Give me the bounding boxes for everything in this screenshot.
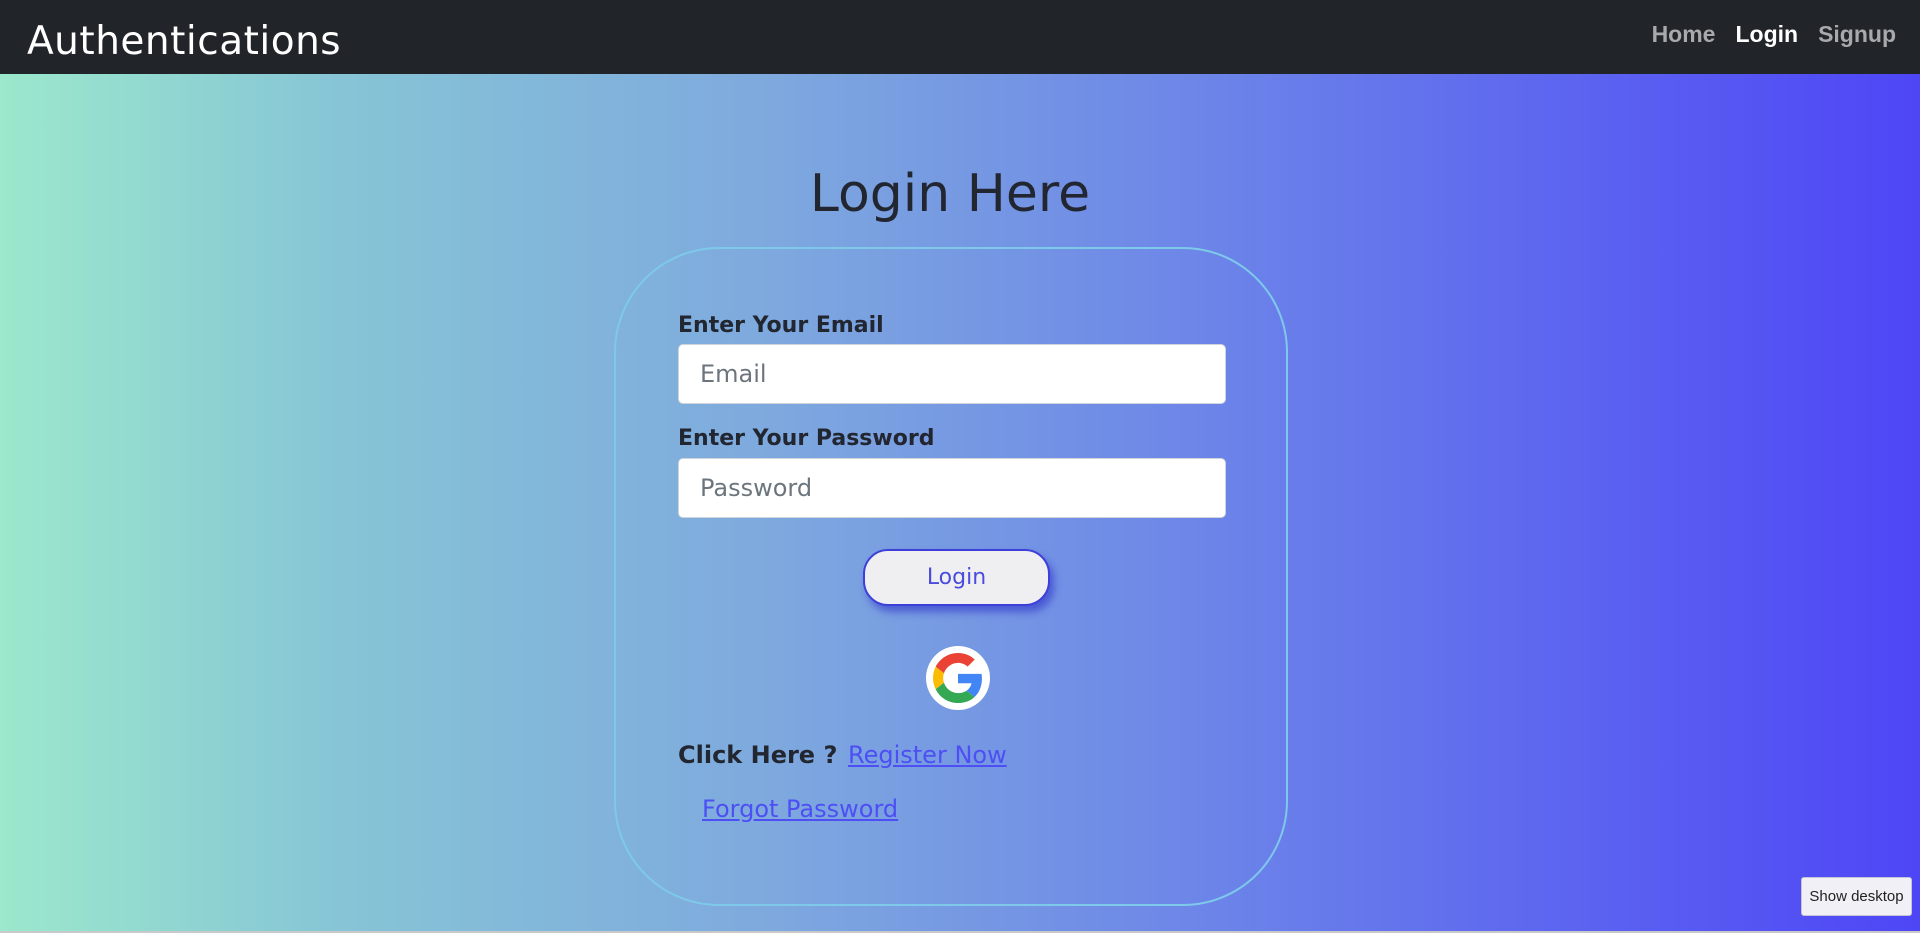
show-desktop-button[interactable]: Show desktop [1801,877,1912,916]
click-here-text: Click Here ? [678,741,838,769]
password-label: Enter Your Password [678,426,935,451]
nav-link-signup[interactable]: Signup [1818,21,1896,48]
brand-logo-text[interactable]: Authentications [27,22,341,61]
forgot-password-link[interactable]: Forgot Password [702,795,898,823]
nav-link-home[interactable]: Home [1652,21,1716,48]
google-icon [933,653,982,703]
register-now-link[interactable]: Register Now [848,741,1007,769]
google-signin-button[interactable] [926,646,990,710]
email-input[interactable] [678,344,1226,404]
password-input[interactable] [678,458,1226,518]
nav-link-login[interactable]: Login [1735,21,1798,48]
navbar: Authentications Home Login Signup [0,0,1920,74]
login-card: Enter Your Email Enter Your Password Log… [614,247,1288,906]
nav-links: Home Login Signup [1652,21,1896,48]
login-button[interactable]: Login [863,549,1050,606]
email-label: Enter Your Email [678,313,884,338]
page-title: Login Here [809,164,1091,224]
